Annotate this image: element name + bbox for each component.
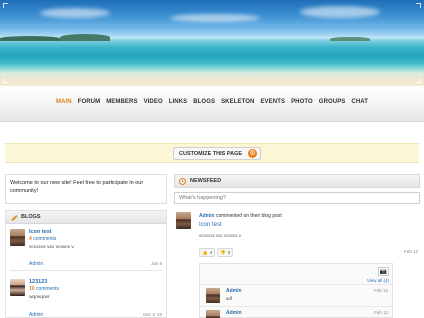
dislike-button[interactable]: 👎 0: [217, 248, 234, 257]
nav-item-skeleton[interactable]: SKELETON: [221, 99, 254, 105]
header-banner: [0, 0, 424, 86]
activity-date: Feb 12: [403, 249, 418, 254]
blogs-panel-title: BLOGS: [21, 214, 41, 220]
customize-bar: CUSTOMIZE THIS PAGE ⚙: [5, 143, 419, 163]
nav-item-video[interactable]: VIDEO: [144, 99, 163, 105]
avatar[interactable]: [206, 310, 220, 318]
banner-corner-top-left-icon: [3, 3, 8, 8]
nav-item-photo[interactable]: PHOTO: [291, 99, 313, 105]
comment-row: Admin Feb 12: [200, 306, 392, 318]
banner-corner-bottom-right-icon: [416, 78, 421, 83]
blog-date: Dec 3 '15: [143, 312, 162, 317]
comment-author-link[interactable]: Admin: [226, 288, 242, 294]
activity-post-title-link[interactable]: Icon test: [199, 222, 222, 228]
comments-count: 4: [29, 236, 32, 242]
nav-item-events[interactable]: EVENTS: [260, 99, 285, 105]
nav-item-blogs[interactable]: BLOGS: [193, 99, 215, 105]
newsfeed-header: NEWSFEED: [174, 174, 420, 188]
nav-item-members[interactable]: MEMBERS: [106, 99, 137, 105]
avatar[interactable]: [10, 229, 25, 246]
dislike-count: 0: [227, 250, 231, 255]
clock-icon: [179, 177, 186, 185]
comment-date: Feb 12: [373, 310, 388, 315]
comment-text: sdf: [226, 296, 233, 301]
camera-icon[interactable]: 📷: [378, 267, 389, 276]
avatar[interactable]: [206, 288, 220, 303]
comments-box: 📷 View all (4) Admin sdf Feb 12 Admin Fe…: [199, 263, 393, 318]
avatar[interactable]: [10, 279, 25, 296]
comment-date: Feb 12: [373, 288, 388, 293]
nav-item-groups[interactable]: GROUPS: [319, 99, 346, 105]
activity-post-excerpt: vcvxcvx vxc vcxvcx v: [199, 233, 242, 238]
blog-date: Jan 8: [150, 261, 162, 266]
gear-icon: ⚙: [248, 149, 258, 158]
activity-line: Admin commented on their blog post: [199, 213, 282, 219]
welcome-box: Welcome to our new site! Feel free to pa…: [5, 174, 167, 204]
newsfeed-title: NEWSFEED: [190, 178, 222, 184]
pencil-icon: [10, 214, 17, 221]
blog-entry: 123123 10 comments wqrwqrwr Admin Dec 3 …: [6, 277, 166, 318]
main-navigation: MAIN FORUM MEMBERS VIDEO LINKS BLOGS SKE…: [0, 86, 424, 122]
activity-action: commented on their blog post: [215, 213, 282, 219]
thumbs-down-icon: 👎: [220, 249, 226, 255]
blog-excerpt: vcvxcvx vxc vcxvcx v: [29, 245, 74, 250]
activity-author-link[interactable]: Admin: [199, 213, 215, 219]
blog-excerpt: wqrwqrwr: [29, 295, 50, 300]
nav-item-main[interactable]: MAIN: [56, 99, 72, 105]
blog-title-link[interactable]: 123123: [29, 279, 47, 285]
view-all-comments-link[interactable]: View all (4): [367, 278, 389, 283]
banner-corner-top-right-icon: [416, 3, 421, 8]
nav-list: MAIN FORUM MEMBERS VIDEO LINKS BLOGS SKE…: [0, 99, 424, 105]
avatar[interactable]: [176, 212, 191, 229]
like-button[interactable]: 👍 4: [199, 248, 216, 257]
customize-page-button[interactable]: CUSTOMIZE THIS PAGE ⚙: [173, 147, 261, 160]
welcome-text: Welcome to our new site! Feel free to pa…: [10, 180, 144, 194]
nav-item-chat[interactable]: CHAT: [351, 99, 368, 105]
blog-author-link[interactable]: Admin: [29, 261, 43, 267]
comment-row: Admin sdf Feb 12: [200, 284, 392, 304]
comments-label: comments: [35, 286, 60, 292]
comments-count: 10: [29, 286, 35, 292]
nav-item-links[interactable]: LINKS: [169, 99, 188, 105]
comments-label: comments: [33, 236, 57, 242]
blog-entry: Icon test 4 comments vcvxcvx vxc vcxvcx …: [6, 227, 166, 267]
thumbs-up-icon: 👍: [202, 249, 208, 255]
nav-item-forum[interactable]: FORUM: [78, 99, 101, 105]
blogs-panel-header: BLOGS: [6, 211, 166, 224]
blog-comments-link[interactable]: 4 comments: [29, 236, 56, 242]
customize-page-label: CUSTOMIZE THIS PAGE: [179, 150, 243, 157]
blog-title-link[interactable]: Icon test: [29, 229, 52, 235]
reactions: 👍 4 👎 0: [199, 248, 234, 257]
divider: [10, 270, 162, 271]
blog-comments-link[interactable]: 10 comments: [29, 286, 59, 292]
banner-corner-bottom-left-icon: [3, 78, 8, 83]
blog-author-link[interactable]: Admin: [29, 312, 43, 318]
comment-author-link[interactable]: Admin: [226, 310, 242, 316]
like-count: 4: [209, 250, 213, 255]
blogs-panel: BLOGS Icon test 4 comments vcvxcvx vxc v…: [5, 210, 167, 318]
status-update-input[interactable]: [174, 192, 420, 204]
